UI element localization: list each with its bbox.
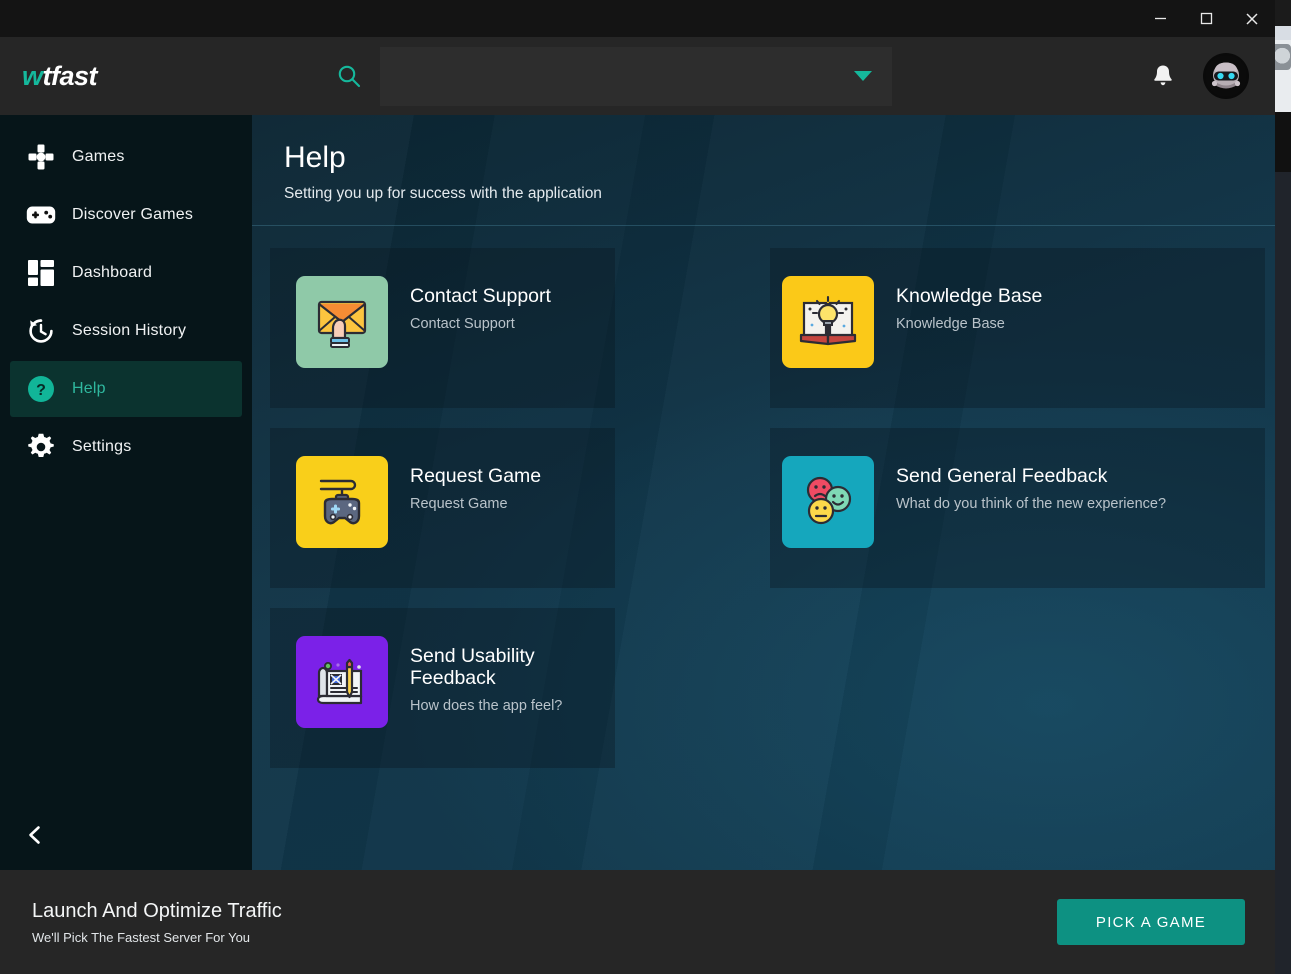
- search-icon[interactable]: [332, 59, 366, 93]
- card-title: Send General Feedback: [896, 464, 1108, 487]
- sidebar-item-games[interactable]: Games: [10, 129, 242, 185]
- card-description: What do you think of the new experience?: [896, 495, 1167, 512]
- minimize-button[interactable]: [1137, 0, 1183, 37]
- page-title: Help: [284, 141, 346, 174]
- footer-title: Launch And Optimize Traffic: [32, 899, 282, 922]
- card-text: Request Game Request Game: [410, 456, 541, 512]
- envelope-hand-icon: [296, 275, 388, 368]
- notification-bell-icon[interactable]: [1149, 61, 1177, 91]
- card-title: Request Game: [410, 464, 542, 487]
- app-root: wtfast Games Discover Games Dashboard Se…: [0, 0, 1291, 974]
- help-circle-icon: ?: [10, 375, 72, 403]
- wtfast-window: wtfast Games Discover Games Dashboard Se…: [0, 0, 1275, 974]
- sidebar-item-dashboard[interactable]: Dashboard: [10, 245, 242, 301]
- chevron-down-icon[interactable]: [854, 71, 872, 81]
- card-row: Send Usability Feedback How does the app…: [252, 607, 1275, 768]
- dpad-icon: [10, 143, 72, 171]
- history-icon: [10, 317, 72, 345]
- app-logo-text: wtfast: [22, 60, 98, 91]
- dashboard-icon: [10, 260, 72, 286]
- row-spacer: [252, 588, 1275, 608]
- card-description: How does the app feel?: [410, 698, 563, 715]
- gamepad-icon: [10, 204, 72, 226]
- card-knowledge-base[interactable]: Knowledge Base Knowledge Base: [770, 247, 1265, 408]
- sidebar: Games Discover Games Dashboard Session H…: [0, 115, 252, 870]
- sidebar-item-session-history[interactable]: Session History: [10, 303, 242, 359]
- title-bar: [0, 0, 1275, 37]
- card-text: Knowledge Base Knowledge Base: [896, 276, 1042, 332]
- content-area: Help Setting you up for success with the…: [252, 115, 1275, 870]
- header-actions: [1149, 37, 1249, 115]
- search-input[interactable]: [380, 46, 892, 106]
- card-description: Request Game: [410, 495, 508, 512]
- search-box[interactable]: [380, 46, 892, 106]
- page-header: Help Setting you up for success with the…: [252, 115, 1275, 226]
- emoji-faces-icon: [782, 455, 874, 548]
- app-logo[interactable]: wtfast: [0, 60, 252, 91]
- svg-text:?: ?: [36, 382, 46, 399]
- card-description: Knowledge Base: [896, 315, 1005, 332]
- footer-text: Launch And Optimize Traffic We'll Pick T…: [32, 900, 1057, 945]
- blueprint-pencil-icon: [296, 635, 388, 728]
- page-subtitle: Setting you up for success with the appl…: [284, 184, 602, 202]
- sidebar-item-label: Session History: [72, 322, 187, 339]
- card-title: Contact Support: [410, 284, 551, 307]
- footer-subtitle: We'll Pick The Fastest Server For You: [32, 929, 251, 945]
- pick-a-game-button[interactable]: PICK A GAME: [1057, 899, 1245, 945]
- logo-w-mark: w: [22, 60, 43, 91]
- card-request-game[interactable]: Request Game Request Game: [270, 427, 615, 588]
- sidebar-item-label: Games: [72, 148, 125, 165]
- app-body: Games Discover Games Dashboard Session H…: [0, 115, 1275, 870]
- card-text: Send General Feedback What do you think …: [896, 456, 1166, 512]
- card-send-usability-feedback[interactable]: Send Usability Feedback How does the app…: [270, 607, 615, 768]
- sidebar-item-discover-games[interactable]: Discover Games: [10, 187, 242, 243]
- card-description: Contact Support: [410, 315, 515, 332]
- card-text: Contact Support Contact Support: [410, 276, 551, 332]
- help-cards-grid: Contact Support Contact Support Knowledg…: [252, 226, 1275, 871]
- card-row: Contact Support Contact Support Knowledg…: [252, 247, 1275, 408]
- close-button[interactable]: [1229, 0, 1275, 37]
- gear-icon: [10, 433, 72, 461]
- card-send-general-feedback[interactable]: Send General Feedback What do you think …: [770, 427, 1265, 588]
- logo-wordmark: tfast: [42, 60, 98, 91]
- card-contact-support[interactable]: Contact Support Contact Support: [270, 247, 615, 408]
- gamepad-controller-icon: [296, 455, 388, 548]
- sidebar-nav: Games Discover Games Dashboard Session H…: [0, 115, 252, 477]
- card-title: Send Usability Feedback: [410, 644, 535, 689]
- sidebar-item-help[interactable]: ? Help: [10, 361, 242, 417]
- sidebar-item-label: Dashboard: [72, 264, 153, 281]
- sidebar-item-settings[interactable]: Settings: [10, 419, 242, 475]
- footer-bar: Launch And Optimize Traffic We'll Pick T…: [0, 870, 1275, 974]
- search-area: [332, 46, 892, 106]
- card-text: Send Usability Feedback How does the app…: [410, 636, 615, 715]
- row-spacer: [252, 408, 1275, 428]
- avatar[interactable]: [1203, 53, 1249, 99]
- book-lightbulb-icon: [782, 275, 874, 368]
- app-header: wtfast: [0, 37, 1275, 115]
- sidebar-item-label: Help: [72, 380, 106, 397]
- card-row: Request Game Request Game Send General F…: [252, 427, 1275, 588]
- sidebar-item-label: Discover Games: [72, 206, 194, 223]
- card-title: Knowledge Base: [896, 284, 1043, 307]
- sidebar-collapse-button[interactable]: [22, 822, 48, 848]
- maximize-button[interactable]: [1183, 0, 1229, 37]
- sidebar-item-label: Settings: [72, 438, 132, 455]
